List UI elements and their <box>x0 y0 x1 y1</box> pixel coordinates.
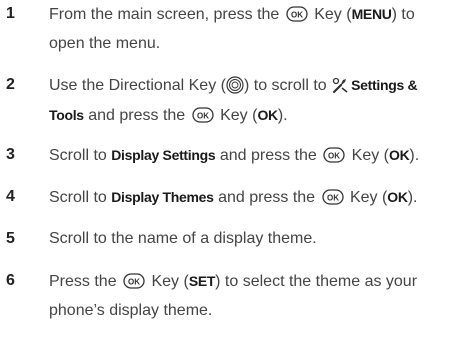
menu-label-settings-tools: Settings & <box>351 77 418 93</box>
key-label-set: SET <box>188 273 216 289</box>
step-text-fragment: Key ( <box>347 147 390 164</box>
step-text: From the main screen, press the OK Key (… <box>49 0 473 58</box>
step-number: 5 <box>6 230 15 247</box>
step-text-fragment: Key ( <box>147 273 189 290</box>
step-line: Press the OK Key (SET) to select the the… <box>49 267 473 297</box>
step-text-fragment: Scroll to the name of a display theme. <box>49 230 317 247</box>
step-line: Scroll to Display Themes and press the O… <box>49 183 473 213</box>
svg-text:OK: OK <box>328 152 340 161</box>
step-line: Use the Directional Key () to scroll to … <box>49 71 473 101</box>
menu-label-display-themes: Display Themes <box>111 189 214 205</box>
ok-key-icon: OK <box>286 6 308 22</box>
step-text-fragment: ). <box>277 106 288 124</box>
step-text-fragment: open the menu. <box>49 34 161 52</box>
step-text: Scroll to the name of a display theme. <box>49 225 473 254</box>
step-text-fragment: and press the <box>215 147 322 164</box>
step-line: From the main screen, press the OK Key (… <box>49 0 473 30</box>
step-line: phone’s display theme. <box>49 297 473 326</box>
key-label-ok: OK <box>387 189 408 205</box>
step-text-fragment: ) to scroll to <box>243 77 332 94</box>
step-text-fragment: and press the <box>83 106 190 124</box>
svg-text:OK: OK <box>291 11 303 20</box>
step-text-fragment: Scroll to <box>49 147 112 164</box>
directional-key-icon <box>226 76 244 94</box>
step-line: Tools and press the OK Key (OK). <box>49 101 473 131</box>
step-text-fragment: Use the Directional Key ( <box>49 77 226 94</box>
step-text-fragment: Key ( <box>345 189 388 206</box>
menu-label-tools: Tools <box>49 106 84 123</box>
key-label-menu: MENU <box>351 6 392 22</box>
step-text-fragment: From the main screen, press the <box>49 6 284 23</box>
step-text-fragment: Key ( <box>215 106 258 124</box>
ok-key-icon: OK <box>191 106 214 123</box>
ok-key-icon: OK <box>123 273 145 289</box>
step-number: 1 <box>6 5 15 22</box>
menu-label-display-settings: Display Settings <box>111 147 216 163</box>
key-label-ok: OK <box>389 147 410 163</box>
step-text-fragment: Press the <box>49 273 122 290</box>
settings-tools-icon <box>332 77 348 94</box>
step-number: 2 <box>6 76 15 93</box>
step-number: 3 <box>6 146 15 163</box>
step-line: open the menu. <box>49 30 473 59</box>
step-number: 4 <box>6 188 15 205</box>
svg-text:OK: OK <box>327 194 339 203</box>
step-text-fragment: Scroll to <box>49 189 112 206</box>
ok-key-icon: OK <box>321 189 344 205</box>
step-text: Use the Directional Key () to scroll to … <box>49 71 473 130</box>
step-number: 6 <box>6 272 15 289</box>
svg-text:OK: OK <box>128 278 140 287</box>
step-text-fragment: and press the <box>213 189 320 206</box>
step-line: Scroll to Display Settings and press the… <box>49 141 473 171</box>
step-text-fragment: Key ( <box>309 6 352 23</box>
step-line: Scroll to the name of a display theme. <box>49 225 473 254</box>
step-text-fragment: ). <box>409 147 420 164</box>
step-text: Scroll to Display Themes and press the O… <box>49 183 473 213</box>
step-text-fragment: ). <box>407 189 418 206</box>
ok-key-icon: OK <box>323 147 345 163</box>
step-text-fragment: ) to <box>391 6 415 23</box>
svg-text:OK: OK <box>197 111 209 120</box>
step-text-fragment: ) to select the theme as your <box>215 273 418 290</box>
step-text: Press the OK Key (SET) to select the the… <box>49 267 473 325</box>
step-text: Scroll to Display Settings and press the… <box>49 141 473 171</box>
key-label-ok: OK <box>257 106 278 123</box>
step-text-fragment: phone’s display theme. <box>49 301 213 319</box>
